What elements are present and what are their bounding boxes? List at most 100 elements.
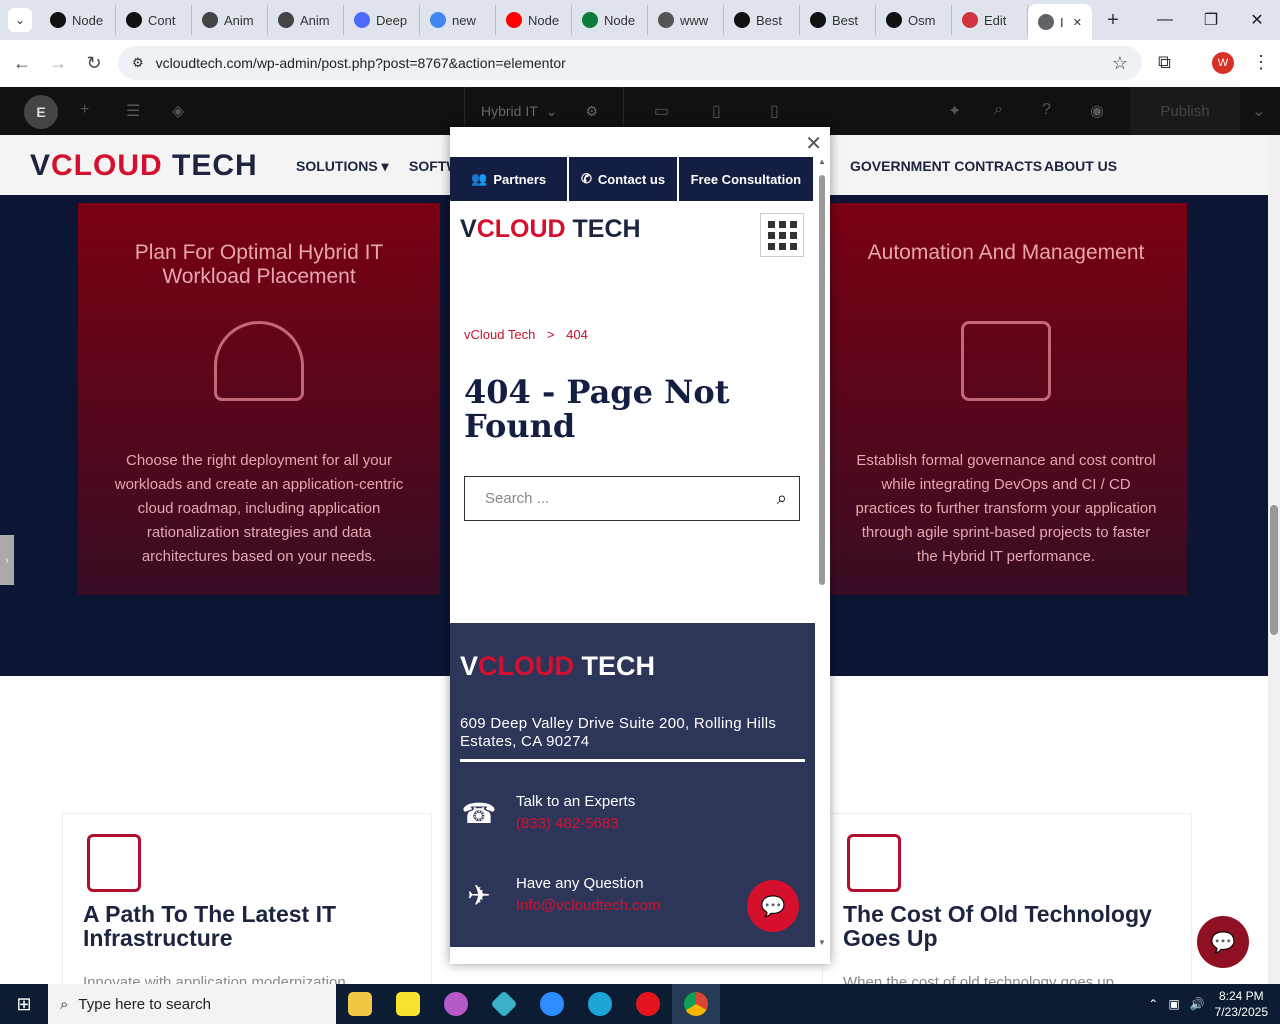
file-explorer-icon[interactable] [336, 984, 384, 1024]
help-icon[interactable]: ? [1042, 101, 1051, 119]
page-scroll-thumb[interactable] [1270, 505, 1278, 635]
clock[interactable]: 8:24 PM 7/23/2025 [1215, 988, 1268, 1020]
breadcrumb-home[interactable]: vCloud Tech [464, 327, 535, 342]
chrome-icon[interactable] [672, 984, 720, 1024]
site-info-icon[interactable]: ⚙ [132, 55, 144, 71]
network-icon[interactable]: ▣ [1168, 997, 1179, 1011]
close-tab-icon[interactable]: ✕ [1073, 16, 1082, 29]
minimize-icon[interactable]: — [1142, 0, 1188, 40]
windows-start-icon[interactable]: ⊞ [0, 984, 48, 1024]
opera-icon[interactable] [624, 984, 672, 1024]
phone-link[interactable]: (833) 482-5683 [516, 815, 619, 832]
tab-search-chevron-icon[interactable]: ⌄ [8, 8, 32, 32]
browser-tab[interactable]: Best [724, 5, 800, 35]
search-icon[interactable]: ⌕ [777, 488, 787, 509]
close-icon[interactable]: ✕ [805, 131, 822, 156]
grid-menu-icon[interactable] [760, 213, 804, 257]
browser-tab[interactable]: www [648, 5, 724, 35]
taskbar-search-input[interactable]: ⌕ Type here to search [48, 984, 336, 1024]
footer-address: 609 Deep Valley Drive Suite 200, Rolling… [460, 715, 777, 750]
notifications-icon[interactable]: ✦ [948, 101, 961, 121]
mobile-icon[interactable]: ▯ [770, 101, 779, 121]
linkedin-icon [658, 12, 674, 28]
browser-tab[interactable]: new [420, 5, 496, 35]
browser-tab[interactable]: Deep [344, 5, 420, 35]
restore-icon[interactable]: ❐ [1188, 0, 1234, 40]
browser-tab[interactable]: Osm [876, 5, 952, 35]
browser-tab[interactable]: Anim [268, 5, 344, 35]
browser-tab[interactable]: Node [40, 5, 116, 35]
url-bar[interactable]: ⚙ vcloudtech.com/wp-admin/post.php?post=… [118, 46, 1142, 80]
publish-button[interactable]: Publish [1130, 87, 1240, 135]
app-diamond-icon[interactable] [480, 984, 528, 1024]
panel-toggle-chevron-icon[interactable]: › [0, 535, 14, 585]
search-field[interactable]: Search ... ⌕ [464, 476, 800, 521]
x-icon [734, 12, 750, 28]
card-text: Choose the right deployment for all your… [114, 452, 404, 565]
popup-scrollbar[interactable]: ▲ ▼ [817, 157, 827, 947]
popup-scroll-thumb[interactable] [819, 175, 825, 585]
card-title: A Path To The Latest IT Infrastructure [83, 901, 337, 951]
browser-tab[interactable]: Anim [192, 5, 268, 35]
page-scrollbar[interactable] [1268, 135, 1280, 985]
browser-tab[interactable]: Node [496, 5, 572, 35]
chatgpt-icon [278, 12, 294, 28]
partners-button[interactable]: 👥 Partners [450, 157, 568, 201]
desktop-icon[interactable]: ▭ [654, 101, 669, 121]
extensions-icon[interactable]: ⧉ [1158, 52, 1171, 73]
team-gear-icon [961, 321, 1051, 401]
tablet-icon[interactable]: ▯ [712, 101, 721, 121]
menu-government-contracts[interactable]: GOVERNMENT CONTRACTS [850, 158, 1042, 174]
search-icon[interactable]: ⌕ [994, 101, 1003, 119]
browser-tab[interactable]: Node [572, 5, 648, 35]
partners-label: Partners [493, 171, 547, 187]
elementor-logo-icon[interactable]: E [24, 95, 58, 129]
card-text: Establish formal governance and cost con… [855, 452, 1157, 565]
menu-about-us[interactable]: ABOUT US [1044, 158, 1117, 174]
browser-tab[interactable]: Cont [116, 5, 192, 35]
publish-options-chevron-icon[interactable]: ⌄ [1252, 101, 1265, 121]
settings-sliders-icon[interactable]: ☰ [126, 101, 140, 121]
browser-menu-icon[interactable]: ⋮ [1252, 52, 1270, 73]
layers-icon[interactable]: ◈ [172, 101, 184, 121]
zoom-icon[interactable] [528, 984, 576, 1024]
contact-us-label: Contact us [597, 171, 666, 187]
edge-icon[interactable] [576, 984, 624, 1024]
browser-tab[interactable]: Best [800, 5, 876, 35]
card-workload-placement: Plan For Optimal Hybrid IT Workload Plac… [78, 203, 440, 595]
logo-v: V [460, 215, 477, 243]
site-logo[interactable]: VCLOUD TECH [30, 149, 258, 183]
gauge-user-icon [214, 321, 304, 401]
question-label: Have any Question [516, 875, 644, 892]
footer-logo[interactable]: VCLOUD TECH [460, 651, 655, 682]
email-link[interactable]: Info@vcloudtech.com [516, 897, 660, 914]
popup-footer: VCLOUD TECH 609 Deep Valley Drive Suite … [450, 623, 815, 947]
close-window-icon[interactable]: ✕ [1234, 0, 1280, 40]
scroll-up-icon[interactable]: ▲ [817, 157, 827, 166]
back-icon[interactable]: ← [4, 53, 40, 74]
chat-bubble-icon[interactable]: 💬 [1197, 916, 1249, 968]
free-consultation-button[interactable]: Free Consultation [678, 157, 813, 201]
page-settings-icon[interactable]: ⚙ [586, 103, 599, 120]
scroll-down-icon[interactable]: ▼ [817, 938, 827, 947]
new-tab-button[interactable]: + [1098, 9, 1128, 32]
chat-bubble-icon[interactable]: 💬 [747, 880, 799, 932]
preview-eye-icon[interactable]: ◉ [1090, 101, 1104, 121]
profile-avatar[interactable]: W [1212, 52, 1234, 74]
paint-icon[interactable] [432, 984, 480, 1024]
browser-tab[interactable]: Edit [952, 5, 1028, 35]
openai-icon [126, 12, 142, 28]
sticky-notes-icon[interactable] [384, 984, 432, 1024]
logo-tech: TECH [574, 651, 656, 681]
menu-solutions[interactable]: SOLUTIONS ▾ [296, 158, 389, 175]
volume-icon[interactable]: 🔊 [1190, 997, 1205, 1011]
add-element-icon[interactable]: + [80, 101, 89, 119]
popup-logo[interactable]: VCLOUD TECH [460, 215, 641, 244]
reload-icon[interactable]: ↻ [76, 53, 112, 74]
browser-tab[interactable]: I ✕ [1028, 4, 1092, 40]
bookmark-star-icon[interactable]: ☆ [1112, 53, 1128, 74]
talk-label: Talk to an Experts [516, 793, 636, 810]
forward-icon[interactable]: → [40, 53, 76, 74]
contact-us-button[interactable]: ✆ Contact us [569, 157, 677, 201]
tray-chevron-up-icon[interactable]: ⌃ [1148, 997, 1158, 1011]
